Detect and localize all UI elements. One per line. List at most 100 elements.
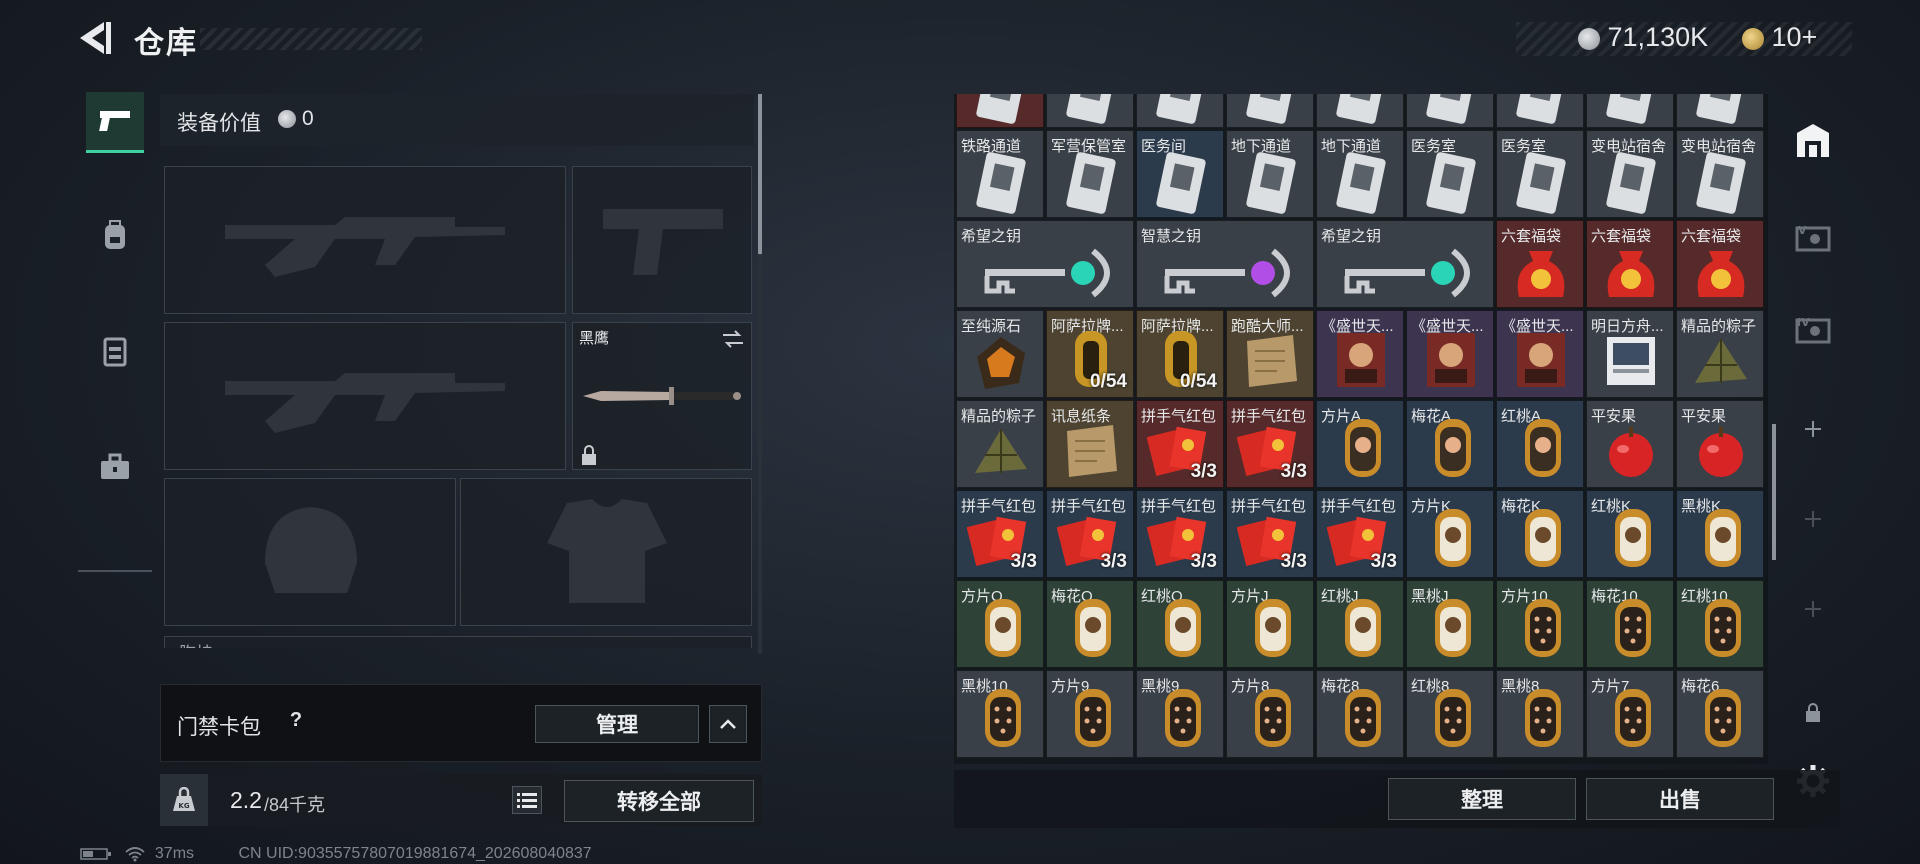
storage-item[interactable]: 方片10 <box>1496 580 1584 668</box>
tab-backpack[interactable] <box>86 206 144 264</box>
storage-item[interactable]: 梅花Q <box>1046 580 1134 668</box>
storage-item[interactable]: 平安果 <box>1676 400 1764 488</box>
storage-item[interactable]: 拼手气红包 3/3 <box>1046 490 1134 578</box>
chest-rig-slot[interactable]: 胸挂 <box>164 636 752 648</box>
storage-item[interactable]: 医务室 <box>1406 130 1494 218</box>
equipment-scroll-thumb[interactable] <box>758 94 762 254</box>
storage-item[interactable]: 黑桃8 <box>1496 670 1584 758</box>
storage-item[interactable]: 数据机房 <box>1136 94 1224 128</box>
storage-item[interactable]: 《盛世天... <box>1406 310 1494 398</box>
primary-weapon-slot[interactable] <box>164 166 566 314</box>
storage-item[interactable]: 监控室 <box>1406 94 1494 128</box>
secondary-weapon-slot[interactable] <box>164 322 566 470</box>
armor-slot[interactable] <box>460 478 752 626</box>
storage-item[interactable]: 明日方舟... <box>1586 310 1674 398</box>
helmet-slot[interactable] <box>164 478 456 626</box>
storage-item[interactable]: 精品的粽子 <box>956 400 1044 488</box>
storage-item[interactable]: 方片A <box>1316 400 1404 488</box>
storage-item[interactable]: 黑桃10 <box>956 670 1044 758</box>
storage-item[interactable]: 红桃K <box>1586 490 1674 578</box>
currency-2[interactable]: 10+ <box>1742 22 1817 53</box>
storage-item[interactable]: 中控室 <box>1496 94 1584 128</box>
storage-item[interactable]: 军营保管室 <box>1046 130 1134 218</box>
storage-lock[interactable] <box>1788 688 1838 738</box>
collapse-button[interactable] <box>709 705 747 743</box>
list-view-button[interactable] <box>512 786 542 814</box>
storage-item[interactable]: 方片J <box>1226 580 1314 668</box>
ping: 37ms <box>154 845 195 862</box>
storage-tab-5[interactable]: V <box>1788 212 1838 262</box>
storage-item[interactable]: 梅花A <box>1406 400 1494 488</box>
storage-item[interactable]: 梅花8 <box>1316 670 1404 758</box>
storage-item[interactable]: 方片K <box>1406 490 1494 578</box>
storage-item[interactable]: 花卉温室 <box>1226 94 1314 128</box>
storage-item[interactable]: 黑桃9 <box>1136 670 1224 758</box>
add-storage-button-1[interactable] <box>1788 404 1838 454</box>
storage-item[interactable]: 红桃Q <box>1136 580 1224 668</box>
storage-item[interactable]: 变电站宿舍 <box>1676 130 1764 218</box>
storage-item[interactable]: 梅花6 <box>1676 670 1764 758</box>
storage-item[interactable]: 拼手气红包 3/3 <box>1316 490 1404 578</box>
storage-item[interactable]: 东侧办公室 <box>1676 94 1764 128</box>
help-button[interactable]: ? <box>281 705 311 735</box>
storage-item[interactable]: 3号检查 <box>1316 94 1404 128</box>
storage-item[interactable]: 六套福袋 <box>1586 220 1674 308</box>
storage-item[interactable]: 红桃8 <box>1406 670 1494 758</box>
storage-item[interactable]: 阿萨拉牌... 0/54 <box>1046 310 1134 398</box>
storage-item[interactable]: 《盛世天... <box>1496 310 1584 398</box>
storage-item[interactable]: 希望之钥 <box>956 220 1134 308</box>
storage-item[interactable]: 地下通道 <box>1226 130 1314 218</box>
storage-item[interactable]: 方片Q <box>956 580 1044 668</box>
storage-item[interactable]: 至纯源石 <box>956 310 1044 398</box>
storage-item[interactable]: 拼手气红包 3/3 <box>1226 490 1314 578</box>
storage-item[interactable]: 方片9 <box>1046 670 1134 758</box>
storage-item[interactable]: 赛伊德寝卡 <box>956 94 1044 128</box>
storage-item[interactable]: 讯息纸条 <box>1046 400 1134 488</box>
storage-item[interactable]: 平安果 <box>1586 400 1674 488</box>
storage-item[interactable]: 跑酷大师... <box>1226 310 1314 398</box>
storage-item[interactable]: 方片7 <box>1586 670 1674 758</box>
storage-item[interactable]: 医务室 <box>1496 130 1584 218</box>
storage-item[interactable]: 方片8 <box>1226 670 1314 758</box>
storage-item[interactable]: 阿萨拉牌... 0/54 <box>1136 310 1224 398</box>
storage-item[interactable]: 西侧办公室 <box>1586 94 1674 128</box>
storage-item[interactable]: 黑桃K <box>1676 490 1764 578</box>
tab-weapon[interactable] <box>86 92 144 153</box>
storage-item[interactable]: 希望之钥 <box>1316 220 1494 308</box>
swap-icon[interactable] <box>721 329 745 349</box>
storage-item[interactable]: 六套福袋 <box>1496 220 1584 308</box>
storage-item[interactable]: 红桃J <box>1316 580 1404 668</box>
tab-toolbox[interactable] <box>86 438 144 496</box>
storage-item[interactable]: 拼手气红包 3/3 <box>956 490 1044 578</box>
pistol-slot[interactable] <box>572 166 752 314</box>
storage-item[interactable]: 《盛世天... <box>1316 310 1404 398</box>
sort-button[interactable]: 整理 <box>1388 778 1576 820</box>
storage-item[interactable]: 精品的粽子 <box>1676 310 1764 398</box>
storage-item[interactable]: 拼手气红包 3/3 <box>1136 490 1224 578</box>
storage-item[interactable]: 梅花K <box>1496 490 1584 578</box>
storage-item[interactable]: 梅花10 <box>1586 580 1674 668</box>
storage-item[interactable]: 变电站宿舍 <box>1586 130 1674 218</box>
storage-tab-main[interactable] <box>1788 116 1838 166</box>
transfer-all-button[interactable]: 转移全部 <box>564 780 754 822</box>
back-button[interactable] <box>76 18 112 58</box>
sell-button[interactable]: 出售 <box>1586 778 1774 820</box>
storage-scroll-thumb[interactable] <box>1772 424 1776 560</box>
storage-item[interactable]: 智慧之钥 <box>1136 220 1314 308</box>
storage-tab-4[interactable]: IV <box>1788 304 1838 354</box>
manage-button[interactable]: 管理 <box>535 705 699 743</box>
storage-item[interactable]: 红桃A <box>1496 400 1584 488</box>
storage-item[interactable]: 调控舱 <box>1046 94 1134 128</box>
storage-item[interactable]: 拼手气红包 3/3 <box>1226 400 1314 488</box>
storage-item[interactable]: 医务间 <box>1136 130 1224 218</box>
storage-item[interactable]: 六套福袋 <box>1676 220 1764 308</box>
storage-item[interactable]: 铁路通道 <box>956 130 1044 218</box>
storage-item[interactable]: 地下通道 <box>1316 130 1404 218</box>
tab-vest[interactable] <box>86 322 144 380</box>
storage-item[interactable]: 红桃10 <box>1676 580 1764 668</box>
storage-item[interactable]: 黑桃J <box>1406 580 1494 668</box>
add-storage-button-2[interactable] <box>1788 494 1838 544</box>
melee-slot[interactable]: 黑鹰 <box>572 322 752 470</box>
add-storage-button-3[interactable] <box>1788 584 1838 634</box>
storage-item[interactable]: 拼手气红包 3/3 <box>1136 400 1224 488</box>
